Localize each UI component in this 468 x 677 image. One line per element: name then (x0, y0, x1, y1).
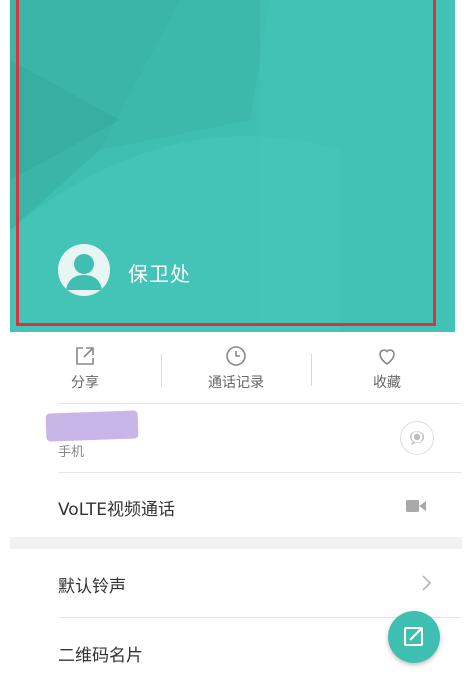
action-bar: 分享 通话记录 收藏 (10, 334, 462, 400)
share-icon (76, 347, 94, 365)
edit-icon (404, 627, 423, 646)
chevron-right-icon (422, 575, 432, 591)
divider (161, 354, 162, 386)
person-icon (66, 254, 102, 290)
ringtone-label: 默认铃声 (58, 577, 126, 597)
call-log-button[interactable]: 通话记录 (171, 334, 301, 400)
divider (58, 403, 462, 404)
share-label: 分享 (71, 375, 99, 391)
message-icon (410, 431, 425, 445)
call-log-label: 通话记录 (208, 375, 264, 391)
share-button[interactable]: 分享 (20, 334, 150, 400)
avatar[interactable] (58, 244, 110, 296)
contact-name: 保卫处 (128, 262, 191, 286)
qr-card-label: 二维码名片 (58, 646, 143, 666)
volte-label: VoLTE视频通话 (58, 500, 175, 520)
edit-button[interactable] (388, 611, 440, 663)
divider (311, 354, 312, 386)
divider (58, 472, 462, 473)
section-gap (10, 537, 462, 549)
video-camera-icon[interactable] (404, 497, 428, 515)
favorite-label: 收藏 (373, 375, 401, 391)
redacted-phone-number (45, 410, 139, 442)
favorite-button[interactable]: 收藏 (322, 334, 452, 400)
clock-icon (226, 346, 246, 366)
phone-type-label: 手机 (58, 445, 85, 460)
message-button[interactable] (400, 421, 434, 455)
heart-icon (379, 349, 395, 365)
